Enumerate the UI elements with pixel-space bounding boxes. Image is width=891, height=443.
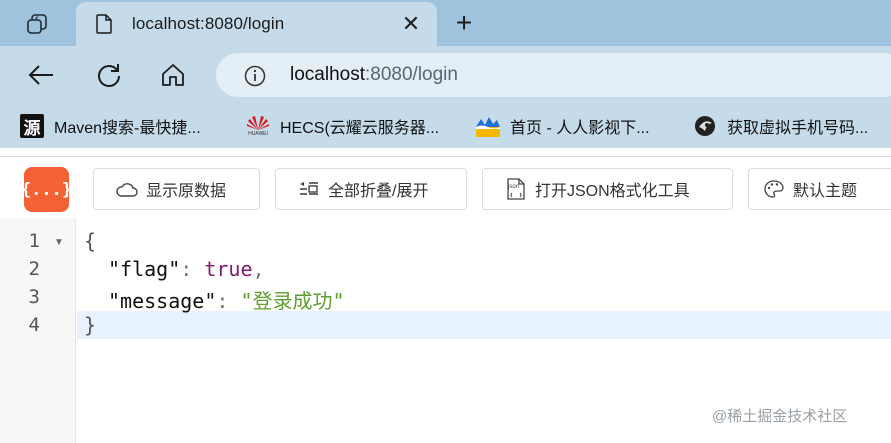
collapse-expand-button[interactable]: 全部折叠/展开 bbox=[275, 168, 467, 210]
collapse-icon bbox=[298, 179, 320, 199]
maven-icon: 源 bbox=[20, 114, 44, 138]
json-viewer-toolbar: {...} 显示原数据 全部折叠/展开 json 打开JSON格式化工具 默认主… bbox=[0, 156, 891, 218]
site-info-icon[interactable] bbox=[244, 65, 266, 87]
theme-label: 默认主题 bbox=[793, 183, 858, 200]
refresh-icon bbox=[98, 64, 120, 87]
huawei-icon: HUAWEI bbox=[246, 114, 270, 138]
open-brace: { bbox=[84, 229, 97, 253]
page-icon bbox=[96, 14, 112, 34]
url-host: localhost bbox=[290, 64, 365, 85]
browser-toolbar: localhost:8080/login bbox=[0, 46, 891, 104]
open-json-tool-label: 打开JSON格式化工具 bbox=[535, 183, 690, 200]
bookmark-rrys[interactable]: 首页 - 人人影视下... bbox=[476, 112, 650, 140]
bookmark-phone[interactable]: 获取虚拟手机号码... bbox=[693, 112, 868, 140]
show-raw-button[interactable]: 显示原数据 bbox=[93, 168, 260, 210]
code-line-3: "message": "登录成功" bbox=[108, 285, 345, 314]
close-tab-icon[interactable]: ✕ bbox=[401, 13, 421, 35]
tab-actions-button[interactable] bbox=[16, 10, 62, 40]
maven-glyph: 源 bbox=[23, 118, 41, 138]
bookmark-maven[interactable]: 源 Maven搜索-最快捷... bbox=[20, 112, 201, 140]
cloud-icon bbox=[116, 179, 138, 199]
home-icon bbox=[162, 64, 184, 86]
bookmark-hecs[interactable]: HUAWEI HECS(云耀云服务器... bbox=[246, 112, 439, 140]
json-file-icon: json bbox=[505, 178, 527, 200]
address-bar[interactable]: localhost:8080/login bbox=[216, 53, 891, 97]
close-brace: } bbox=[84, 313, 97, 337]
show-raw-label: 显示原数据 bbox=[146, 183, 227, 200]
back-button[interactable] bbox=[26, 60, 56, 90]
json-viewer-logo: {...} bbox=[21, 167, 72, 212]
theme-button[interactable]: 默认主题 bbox=[748, 168, 891, 210]
collapse-expand-label: 全部折叠/展开 bbox=[328, 183, 429, 200]
line-number: 4 bbox=[28, 314, 40, 336]
json-value-message: "登录成功" bbox=[240, 289, 345, 313]
open-json-tool-button[interactable]: json 打开JSON格式化工具 bbox=[482, 168, 733, 210]
json-key-flag: "flag" bbox=[108, 257, 181, 281]
line-number: 1 bbox=[28, 230, 40, 252]
json-key-message: "message" bbox=[108, 289, 217, 313]
colon: : bbox=[216, 289, 229, 313]
fold-arrow-icon[interactable]: ▼ bbox=[54, 237, 64, 248]
code-line-1: { bbox=[84, 229, 96, 253]
refresh-button[interactable] bbox=[94, 60, 124, 90]
rrys-icon bbox=[476, 114, 500, 138]
line-number-gutter: 1 ▼ 2 3 4 bbox=[0, 218, 76, 443]
huawei-wordmark: HUAWEI bbox=[248, 131, 268, 137]
tab-strip: localhost:8080/login ✕ + bbox=[0, 0, 891, 46]
bookmark-label: 获取虚拟手机号码... bbox=[727, 120, 869, 137]
active-tab[interactable]: localhost:8080/login ✕ bbox=[76, 2, 437, 46]
line-number: 3 bbox=[28, 286, 40, 308]
json-icon-text: json bbox=[508, 184, 520, 190]
tab-title: localhost:8080/login bbox=[132, 14, 285, 33]
tab-actions-icon bbox=[27, 14, 47, 34]
new-tab-button[interactable]: + bbox=[449, 8, 479, 38]
json-value-flag: true bbox=[204, 257, 253, 281]
bookmark-label: 首页 - 人人影视下... bbox=[510, 120, 650, 137]
watermark: @稀土掘金技术社区 bbox=[712, 408, 848, 425]
bookmarks-bar: 源 Maven搜索-最快捷... HUAWEI HECS(云耀云服务器... 首… bbox=[0, 104, 891, 148]
palette-icon bbox=[763, 179, 785, 199]
url-rest: :8080/login bbox=[365, 64, 458, 85]
phone-number-icon bbox=[693, 114, 717, 138]
colon: : bbox=[180, 257, 193, 281]
line-number: 2 bbox=[28, 258, 40, 280]
code-line-2: "flag": true, bbox=[108, 257, 265, 281]
address-url: localhost:8080/login bbox=[290, 64, 458, 86]
comma: , bbox=[252, 257, 265, 281]
home-button[interactable] bbox=[158, 60, 188, 90]
back-arrow-icon bbox=[28, 65, 53, 85]
active-line-highlight bbox=[77, 311, 891, 339]
bookmark-label: Maven搜索-最快捷... bbox=[54, 120, 201, 137]
bookmark-label: HECS(云耀云服务器... bbox=[280, 120, 440, 137]
code-line-4: } bbox=[84, 313, 96, 337]
